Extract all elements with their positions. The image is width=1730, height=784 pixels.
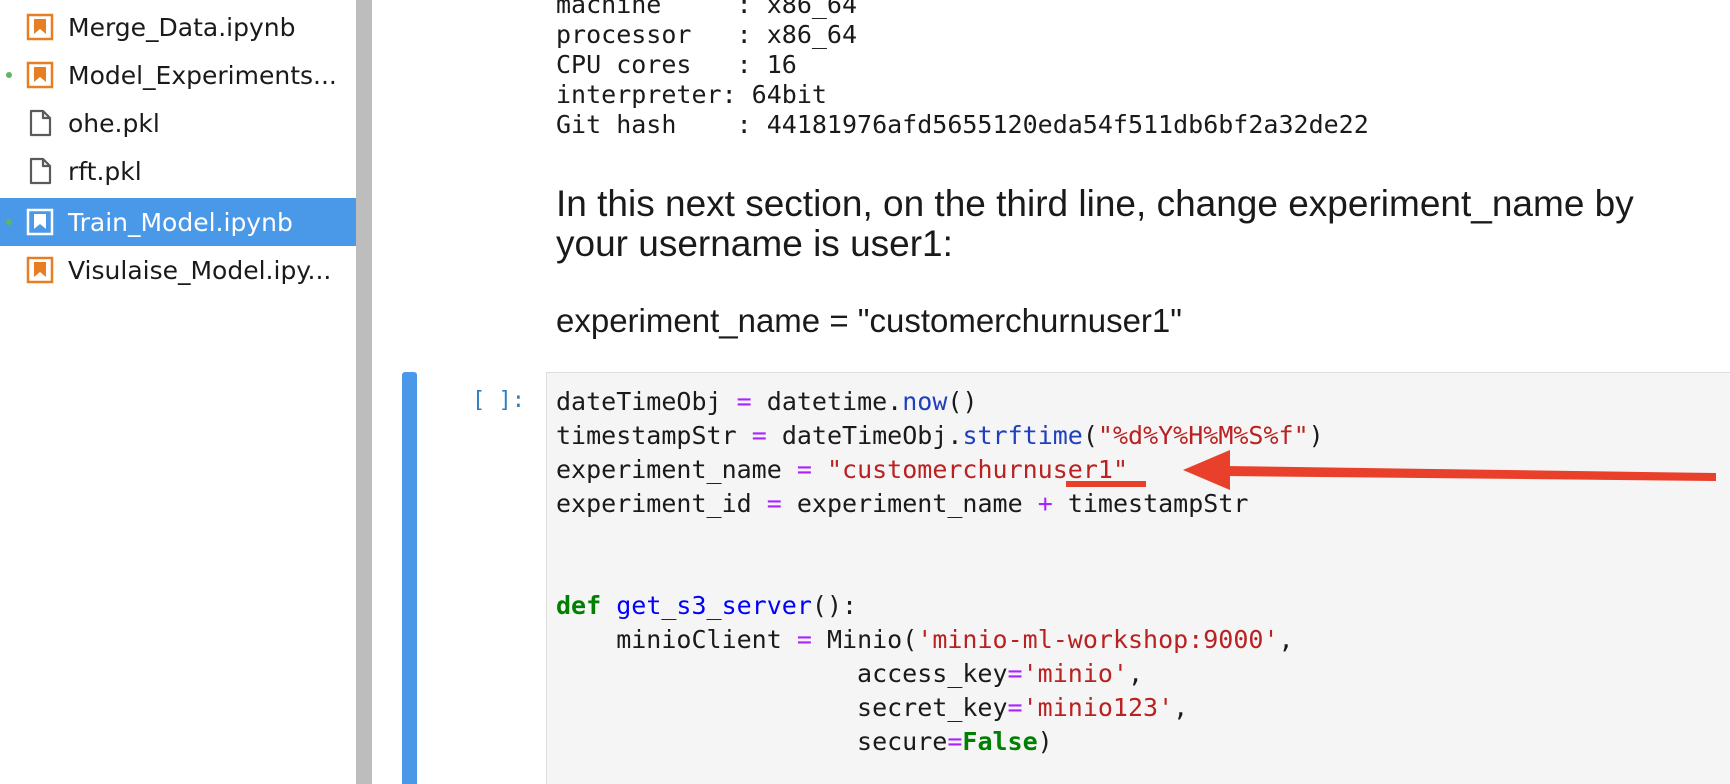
file-item-merge-data[interactable]: Merge_Data.ipynb	[0, 3, 356, 51]
code-token: )	[1037, 727, 1053, 756]
sidebar-resize-handle[interactable]	[356, 0, 372, 784]
notebook-icon	[26, 13, 54, 41]
code-cell-editor[interactable]: dateTimeObj = datetime.now() timestampSt…	[546, 372, 1730, 784]
code-token: =	[947, 727, 963, 756]
running-indicator	[6, 72, 12, 78]
file-browser: Merge_Data.ipynb Model_Experiments... oh…	[0, 0, 356, 784]
code-token: Minio(	[826, 625, 918, 654]
code-token: datetime.	[766, 387, 903, 416]
file-item-model-experiments[interactable]: Model_Experiments...	[0, 51, 356, 99]
file-name: Visulaise_Model.ipy...	[68, 255, 332, 285]
output-line: processor : x86_64	[556, 20, 858, 49]
file-name: Merge_Data.ipynb	[68, 12, 296, 42]
code-token: (	[1082, 421, 1098, 450]
code-token: experiment_id	[556, 489, 752, 518]
code-token: experiment_name	[796, 489, 1023, 518]
code-token: ,	[1173, 693, 1189, 722]
code-token: strftime	[962, 421, 1083, 450]
notebook-icon	[26, 61, 54, 89]
code-token: ,	[1127, 659, 1144, 688]
active-cell-indicator	[402, 372, 417, 784]
notebook-icon	[26, 256, 54, 284]
file-icon	[29, 157, 52, 185]
code-token: +	[1037, 489, 1053, 518]
code-token: minioClient	[556, 625, 782, 654]
output-line: machine : x86_64	[556, 0, 858, 19]
code-token: access_key	[556, 659, 1008, 688]
code-token: timestampStr	[1067, 489, 1249, 518]
output-line: interpreter: 64bit	[556, 80, 827, 109]
code-token: )	[1308, 421, 1324, 450]
code-token: dateTimeObj	[556, 387, 722, 416]
file-name: Train_Model.ipynb	[68, 207, 293, 237]
code-token: ,	[1278, 625, 1294, 654]
file-name: ohe.pkl	[68, 108, 160, 138]
experiment-name-string: "customerchurnuser1"	[826, 455, 1128, 484]
file-item-rft-pkl[interactable]: rft.pkl	[0, 147, 356, 195]
notebook-icon	[26, 208, 54, 236]
heading-line: In this next section, on the third line,…	[556, 183, 1634, 224]
code-token: =	[751, 421, 767, 450]
notebook-panel: machine : x86_64 processor : x86_64 CPU …	[372, 0, 1730, 784]
code-token: =	[796, 625, 812, 654]
file-icon	[29, 109, 52, 137]
code-token: secure	[556, 727, 948, 756]
code-token: timestampStr	[556, 421, 737, 450]
file-item-visulaise-model[interactable]: Visulaise_Model.ipy...	[0, 246, 356, 294]
file-name: Model_Experiments...	[68, 60, 337, 90]
code-token: dateTimeObj.	[781, 421, 963, 450]
code-token: =	[796, 455, 812, 484]
heading-line: your username is user1:	[556, 223, 953, 264]
code-token: =	[736, 387, 752, 416]
cell-output: machine : x86_64 processor : x86_64 CPU …	[556, 0, 1369, 140]
code-text[interactable]: dateTimeObj = datetime.now() timestampSt…	[556, 385, 1324, 759]
file-name: rft.pkl	[68, 156, 142, 186]
code-token: experiment_name	[556, 455, 782, 484]
code-token: =	[1007, 693, 1023, 722]
file-item-ohe-pkl[interactable]: ohe.pkl	[0, 99, 356, 147]
code-token: 'minio123'	[1022, 693, 1174, 722]
code-token: get_s3_server	[616, 591, 812, 620]
output-line: Git hash : 44181976afd5655120eda54f511db…	[556, 110, 1369, 139]
code-token: secret_key	[556, 693, 1008, 722]
output-line: CPU cores : 16	[556, 50, 797, 79]
code-token: False	[962, 727, 1038, 756]
code-token: =	[766, 489, 782, 518]
code-token: "%d%Y%H%M%S%f"	[1097, 421, 1309, 450]
code-token: 'minio'	[1022, 659, 1128, 688]
markdown-heading: In this next section, on the third line,…	[556, 184, 1716, 264]
code-token: =	[1007, 659, 1023, 688]
running-indicator	[6, 219, 12, 225]
execution-prompt: [ ]:	[472, 388, 525, 413]
code-token: now	[902, 387, 948, 416]
file-item-train-model[interactable]: Train_Model.ipynb	[0, 198, 356, 246]
markdown-code-example: experiment_name = "customerchurnuser1"	[556, 302, 1182, 339]
code-token: ():	[811, 591, 858, 620]
code-token: def	[556, 591, 602, 620]
code-token: ()	[947, 387, 978, 416]
code-token: 'minio-ml-workshop:9000'	[917, 625, 1279, 654]
